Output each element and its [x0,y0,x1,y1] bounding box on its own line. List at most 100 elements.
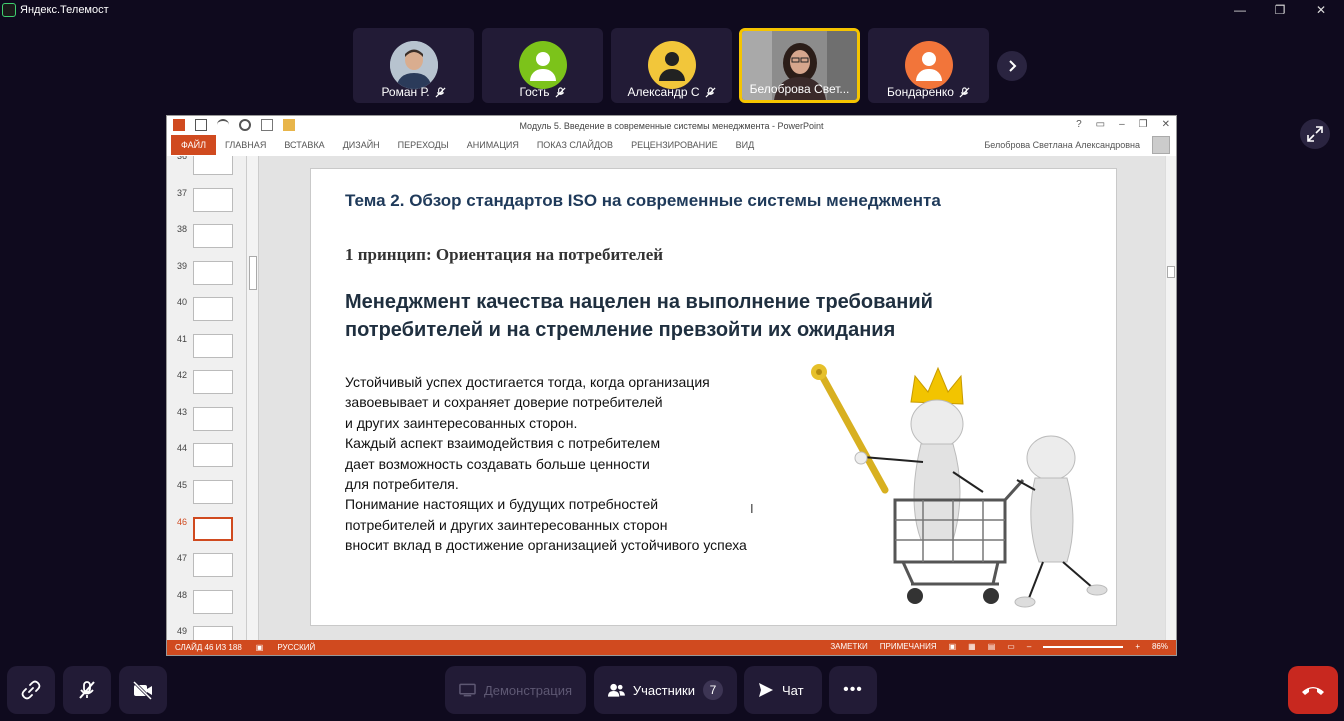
slide-thumbnail[interactable]: 42 [167,370,246,406]
participant-tile-guest[interactable]: Гость [482,28,603,103]
participants-button[interactable]: Участники 7 [594,666,737,714]
tab-slideshow[interactable]: ПОКАЗ СЛАЙДОВ [528,135,622,155]
screen-share-button[interactable]: Демонстрация [445,666,586,714]
help-button[interactable]: ? [1076,119,1082,130]
participant-label: Гость [482,85,603,99]
reading-view-icon[interactable]: ▤ [988,642,996,651]
slide-thumbnail[interactable]: 48 [167,590,246,626]
slide-thumbnail[interactable]: 43 [167,407,246,443]
user-avatar-icon [1152,136,1170,154]
minimize-button[interactable]: — [1220,0,1260,20]
default-avatar-icon [904,41,953,89]
slideshow-view-icon[interactable]: ▭ [1007,642,1015,651]
microphone-toggle-button[interactable] [63,666,111,714]
mic-off-icon [959,86,970,98]
participant-name: Александр С [627,85,700,99]
tab-view[interactable]: ВИД [727,135,764,155]
slide-thumbnail-current[interactable]: 46 [167,517,246,553]
tab-design[interactable]: ДИЗАЙН [334,135,389,155]
pp-restore-icon[interactable]: ❐ [1139,119,1148,130]
slide-counter: СЛАЙД 46 ИЗ 188 [175,643,242,652]
tab-animation[interactable]: АНИМАЦИЯ [458,135,528,155]
tab-file[interactable]: ФАЙЛ [171,135,217,155]
participants-label: Участники [632,682,695,698]
slide-thumbnail[interactable]: 40 [167,297,246,333]
tab-insert[interactable]: ВСТАВКА [275,135,333,155]
text-cursor-icon: I [750,501,754,516]
status-right-group: ЗАМЕТКИ ПРИМЕЧАНИЯ ▣ ▦ ▤ ▭ – + 86% [830,642,1168,651]
slide-thumbnail[interactable]: 44 [167,443,246,479]
zoom-out-icon[interactable]: – [1027,642,1031,651]
participant-tile-belobrova[interactable]: Белоброва Свет... [739,28,860,103]
chevron-right-icon [1009,60,1017,72]
screen-share-label: Демонстрация [483,682,572,698]
telemost-logo-icon [2,3,16,17]
comments-button[interactable]: ПРИМЕЧАНИЯ [880,642,937,651]
close-button[interactable]: ✕ [1301,0,1341,20]
tab-home[interactable]: ГЛАВНАЯ [216,135,275,155]
participant-label: Александр С [611,85,732,99]
leave-call-button[interactable] [1288,666,1338,714]
default-avatar-icon [518,41,567,89]
hang-up-icon [1302,687,1324,695]
maximize-button[interactable]: ❐ [1260,0,1300,20]
slide-thumbnail[interactable]: 47 [167,553,246,589]
screen-share-icon [459,683,476,697]
powerpoint-window-controls: ? ▭ – ❐ ✕ [1076,119,1170,130]
expand-icon [1307,126,1323,142]
slide-topic: Тема 2. Обзор стандартов ISO на современ… [345,191,941,210]
participant-name: Бондаренко [887,85,954,99]
slide-thumbnail[interactable]: 39 [167,261,246,297]
slide-thumbnail[interactable]: 45 [167,480,246,516]
participant-tile-roman[interactable]: Роман Р. [353,28,474,103]
zoom-level[interactable]: 86% [1152,642,1168,651]
fullscreen-button[interactable] [1300,119,1330,149]
slide-thumbnail[interactable]: 37 [167,188,246,224]
notes-button[interactable]: ЗАМЕТКИ [830,642,867,651]
copy-link-button[interactable] [7,666,55,714]
tab-transitions[interactable]: ПЕРЕХОДЫ [389,135,458,155]
slide-thumbnail[interactable]: 38 [167,224,246,260]
pp-close-icon[interactable]: ✕ [1162,119,1170,130]
ribbon-tabs: ФАЙЛ ГЛАВНАЯ ВСТАВКА ДИЗАЙН ПЕРЕХОДЫ АНИ… [167,135,1176,155]
spellcheck-icon[interactable]: ▣ [256,643,264,652]
mic-off-icon [435,86,446,98]
sorter-view-icon[interactable]: ▦ [968,642,976,651]
zoom-in-icon[interactable]: + [1135,642,1140,651]
participant-tile-alexander[interactable]: Александр С [611,28,732,103]
powerpoint-titlebar: Модуль 5. Введение в современные системы… [167,116,1176,135]
window-titlebar: Яндекс.Телемост [0,0,1344,20]
more-icon: ••• [843,681,863,698]
slide-scrollbar[interactable] [1165,156,1176,642]
chat-button[interactable]: Чат [744,666,822,714]
participants-icon [608,683,625,697]
participant-name: Роман Р. [381,85,430,99]
camera-off-icon [132,680,153,700]
slide-body-text: Устойчивый успех достигается тогда, когд… [345,374,747,554]
slide-thumbnail[interactable]: 36 [167,156,246,187]
slide-principle: 1 принцип: Ориентация на потребителей [345,245,664,264]
more-options-button[interactable]: ••• [829,666,877,714]
participant-label: Белоброва Свет... [742,82,857,96]
pp-minimize-icon[interactable]: – [1119,119,1125,130]
mic-off-icon [555,86,566,98]
slide-thumbnail[interactable]: 41 [167,334,246,370]
normal-view-icon[interactable]: ▣ [949,642,957,651]
powerpoint-workspace: 36 37 38 39 40 41 42 43 44 45 46 47 48 4… [167,156,1176,642]
ribbon-options-icon[interactable]: ▭ [1096,119,1105,130]
mic-off-icon [705,86,716,98]
document-title: Модуль 5. Введение в современные системы… [519,121,824,131]
participant-name: Гость [519,85,550,99]
tab-review[interactable]: РЕЦЕНЗИРОВАНИЕ [622,135,727,155]
language-indicator[interactable]: РУССКИЙ [277,643,315,652]
signed-in-user[interactable]: Белоброва Светлана Александровна [984,140,1140,150]
current-slide: Тема 2. Обзор стандартов ISO на современ… [310,168,1117,626]
participant-tile-bondarenko[interactable]: Бондаренко [868,28,989,103]
zoom-slider[interactable] [1043,645,1124,648]
slide-thumbnails-pane: 36 37 38 39 40 41 42 43 44 45 46 47 48 4… [167,156,247,642]
camera-toggle-button[interactable] [119,666,167,714]
participant-photo [389,41,438,89]
next-participants-button[interactable] [997,51,1027,81]
thumbnails-scrollbar[interactable] [247,156,259,642]
powerpoint-statusbar: СЛАЙД 46 ИЗ 188 ▣ РУССКИЙ ЗАМЕТКИ ПРИМЕЧ… [167,640,1176,655]
